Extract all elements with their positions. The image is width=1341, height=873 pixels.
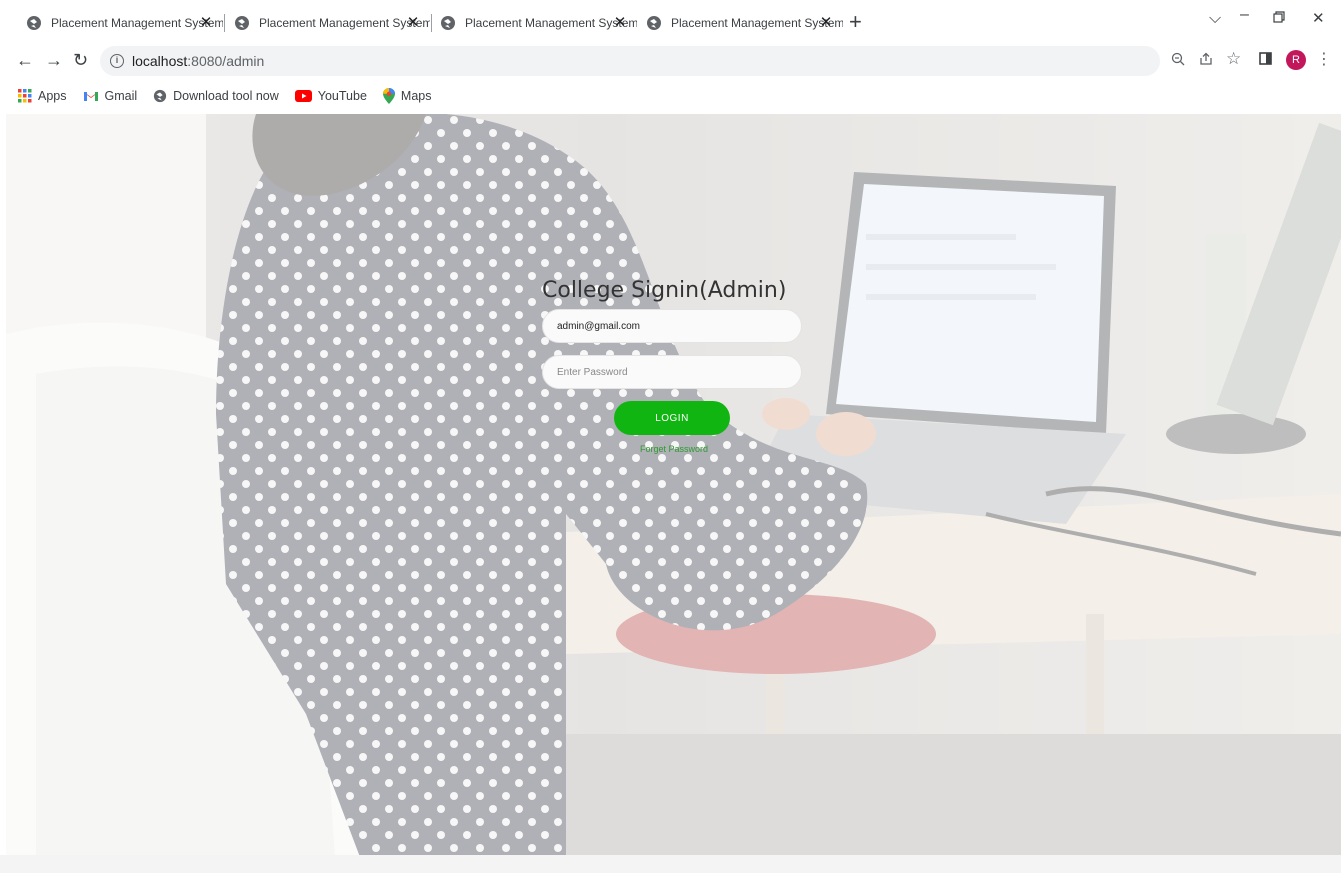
chevron-down-icon[interactable]: ⌵ — [1209, 10, 1221, 28]
globe-icon — [27, 16, 41, 30]
reload-icon[interactable]: ↻ — [73, 50, 88, 70]
login-button[interactable]: LOGIN — [614, 401, 730, 435]
apps-grid-icon — [18, 89, 32, 103]
share-icon[interactable] — [1199, 52, 1213, 71]
address-bar[interactable]: i localhost:8080/admin — [100, 46, 1160, 76]
email-field[interactable] — [542, 309, 802, 343]
browser-tab[interactable]: Placement Management System ✕ — [18, 8, 223, 38]
password-field[interactable] — [542, 355, 802, 389]
login-form: College Signin(Admin) LOGIN Forget Passw… — [542, 278, 804, 454]
background-overlay — [6, 114, 1341, 873]
bookmark-maps[interactable]: Maps — [382, 88, 432, 104]
page-bottom-strip — [0, 855, 1341, 873]
bookmark-download-tool[interactable]: Download tool now — [153, 89, 279, 103]
menu-kebab-icon[interactable]: ⋮ — [1316, 51, 1332, 69]
browser-tab[interactable]: Placement Management System ✕ — [432, 8, 637, 38]
tab-close-icon[interactable]: ✕ — [817, 14, 835, 32]
youtube-icon — [294, 90, 312, 102]
bookmark-label: YouTube — [317, 89, 367, 103]
info-icon[interactable]: i — [110, 54, 124, 68]
bookmarks-bar: Apps Gmail Download tool now YouTube Map… — [0, 78, 1341, 114]
tab-close-icon[interactable]: ✕ — [611, 14, 629, 32]
tab-close-icon[interactable]: ✕ — [404, 14, 422, 32]
maps-pin-icon — [382, 88, 395, 104]
bookmark-gmail[interactable]: Gmail — [83, 89, 138, 103]
browser-tab-active[interactable]: Placement Management System ✕ — [638, 8, 843, 38]
close-icon[interactable]: ✕ — [1312, 9, 1325, 27]
bookmark-label: Maps — [400, 89, 432, 103]
globe-icon — [441, 16, 455, 30]
tab-strip: Placement Management System ✕ Placement … — [0, 0, 1341, 44]
browser-tab[interactable]: Placement Management System ✕ — [226, 8, 430, 38]
page-viewport: College Signin(Admin) LOGIN Forget Passw… — [6, 114, 1341, 873]
bookmark-youtube[interactable]: YouTube — [294, 89, 367, 103]
tab-close-icon[interactable]: ✕ — [197, 14, 215, 32]
zoom-icon[interactable] — [1171, 52, 1185, 71]
page-title: College Signin(Admin) — [542, 278, 787, 303]
star-icon[interactable]: ☆ — [1226, 50, 1241, 68]
back-arrow-icon[interactable]: ← — [16, 50, 34, 70]
bookmark-label: Gmail — [104, 89, 138, 103]
globe-icon — [154, 89, 167, 103]
restore-icon[interactable] — [1273, 10, 1285, 28]
browser-toolbar: ← → ↻ i localhost:8080/admin ☆ ⋮ — [0, 44, 1341, 78]
avatar[interactable]: R — [1286, 50, 1306, 70]
gmail-icon — [83, 92, 98, 101]
tab-divider — [224, 14, 225, 32]
minimize-icon[interactable]: – — [1240, 6, 1249, 24]
url-path: :8080/admin — [187, 53, 265, 69]
url-host: localhost — [132, 53, 188, 69]
bookmark-label: Download tool now — [173, 89, 279, 103]
bookmark-label: Apps — [38, 89, 67, 103]
forward-arrow-icon[interactable]: → — [45, 50, 63, 70]
plus-icon[interactable]: + — [849, 11, 862, 33]
bookmark-apps[interactable]: Apps — [18, 89, 67, 103]
globe-icon — [647, 16, 661, 30]
globe-icon — [235, 16, 249, 30]
side-panel-icon[interactable] — [1259, 52, 1272, 70]
forget-password-link[interactable]: Forget Password — [544, 444, 804, 454]
